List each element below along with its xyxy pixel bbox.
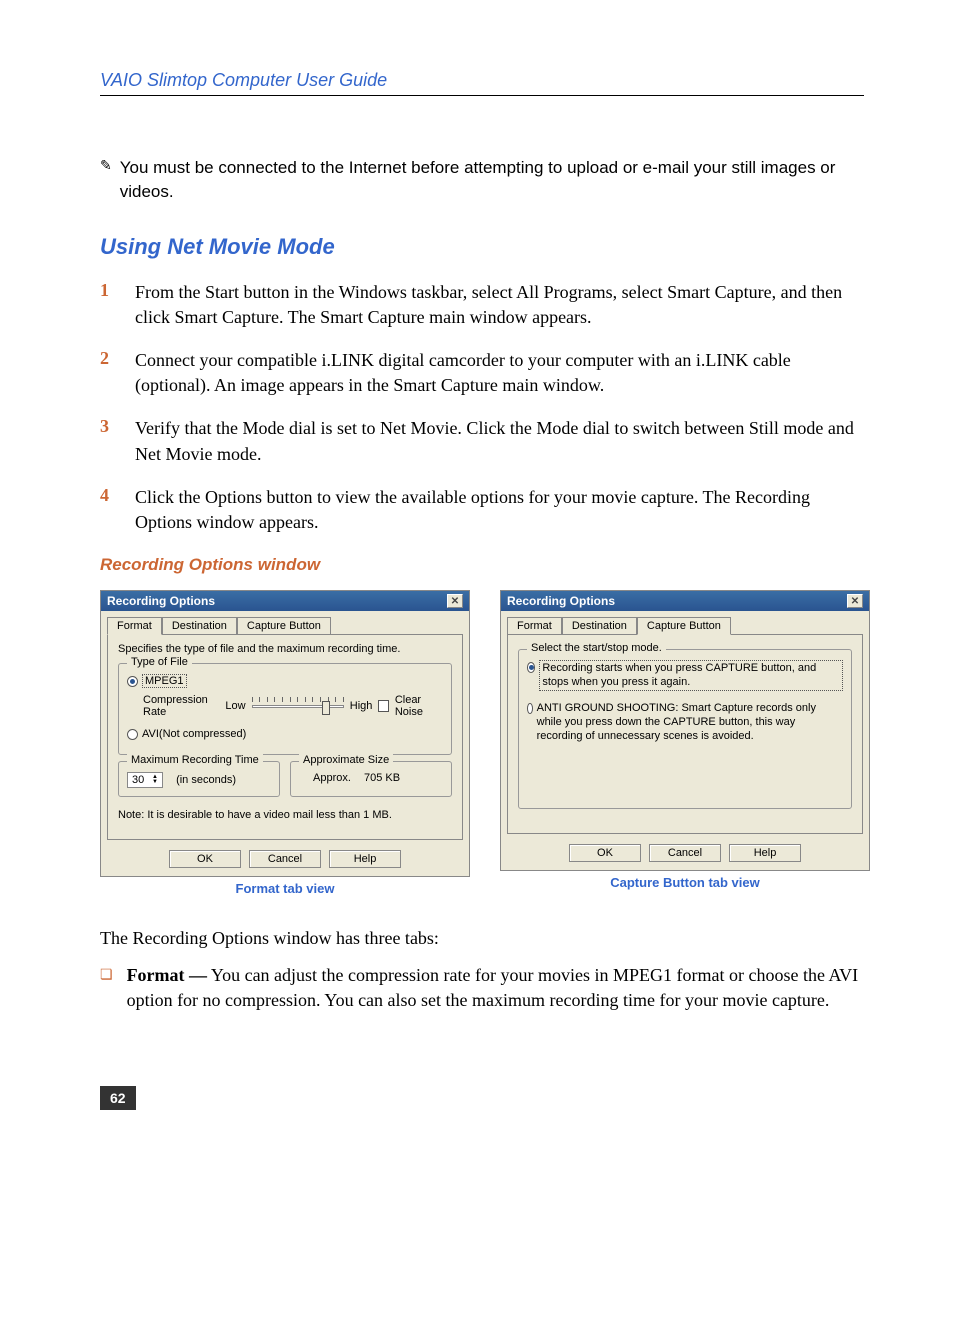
radio-hold-label: ANTI GROUND SHOOTING: Smart Capture reco… — [537, 701, 843, 744]
seconds-unit: (in seconds) — [176, 774, 236, 786]
tab-destination[interactable]: Destination — [562, 617, 637, 634]
dialog-button-row: OK Cancel Help — [101, 846, 469, 876]
step-number: 3 — [100, 416, 135, 466]
panel-description: Specifies the type of file and the maxim… — [118, 643, 452, 655]
dialog-titlebar[interactable]: Recording Options ✕ — [101, 591, 469, 611]
page-number: 62 — [100, 1086, 136, 1110]
max-recording-group: Maximum Recording Time 30 ▲▼ (in seconds… — [118, 761, 280, 797]
step-number: 4 — [100, 485, 135, 535]
group-title: Select the start/stop mode. — [527, 642, 666, 654]
body-paragraph: The Recording Options window has three t… — [100, 926, 864, 951]
start-stop-group: Select the start/stop mode. Recording st… — [518, 649, 852, 809]
bullet-list: ❏ Format — You can adjust the compressio… — [100, 963, 864, 1013]
compression-rate-label: Compression Rate — [143, 694, 219, 718]
approx-size-group: Approximate Size Approx. 705 KB — [290, 761, 452, 797]
compression-slider[interactable] — [252, 697, 344, 715]
tab-capture-button[interactable]: Capture Button — [637, 617, 731, 635]
tab-panel-format: Specifies the type of file and the maxim… — [107, 634, 463, 840]
tab-panel-capture: Select the start/stop mode. Recording st… — [507, 634, 863, 834]
step-text: Verify that the Mode dial is set to Net … — [135, 416, 864, 466]
cancel-button[interactable]: Cancel — [249, 850, 321, 868]
note-callout: ✎ You must be connected to the Internet … — [100, 156, 864, 204]
figure-caption: Format tab view — [100, 881, 470, 896]
tab-destination[interactable]: Destination — [162, 617, 237, 634]
note-line: Note: It is desirable to have a video ma… — [118, 809, 452, 821]
ok-button[interactable]: OK — [169, 850, 241, 868]
ok-button[interactable]: OK — [569, 844, 641, 862]
radio-avi-label: AVI(Not compressed) — [142, 728, 246, 740]
approx-label: Approx. — [313, 772, 351, 784]
group-title: Maximum Recording Time — [127, 754, 263, 766]
dialog-title: Recording Options — [507, 594, 615, 608]
tab-format[interactable]: Format — [107, 617, 162, 635]
cancel-button[interactable]: Cancel — [649, 844, 721, 862]
step-text: From the Start button in the Windows tas… — [135, 280, 864, 330]
tab-strip: Format Destination Capture Button — [101, 611, 469, 634]
radio-hold-mode[interactable] — [527, 703, 533, 714]
help-button[interactable]: Help — [329, 850, 401, 868]
radio-mpeg1-label: MPEG1 — [142, 674, 187, 688]
radio-mpeg1[interactable] — [127, 676, 138, 687]
dialog-title: Recording Options — [107, 594, 215, 608]
note-text: You must be connected to the Internet be… — [120, 156, 864, 204]
radio-toggle-label: Recording starts when you press CAPTURE … — [539, 660, 843, 691]
approx-value: 705 KB — [364, 772, 400, 784]
clear-noise-label: Clear Noise — [395, 694, 443, 718]
pencil-icon: ✎ — [100, 158, 112, 175]
recording-options-dialog-capture: Recording Options ✕ Format Destination C… — [500, 590, 870, 871]
close-icon[interactable]: ✕ — [847, 594, 863, 608]
clear-noise-checkbox[interactable] — [378, 700, 388, 712]
step-number: 1 — [100, 280, 135, 330]
steps-list: 1From the Start button in the Windows ta… — [100, 280, 864, 536]
dialog-titlebar[interactable]: Recording Options ✕ — [501, 591, 869, 611]
help-button[interactable]: Help — [729, 844, 801, 862]
bullet-text: Format — You can adjust the compression … — [127, 963, 864, 1013]
group-title: Type of File — [127, 656, 192, 668]
recording-options-dialog-format: Recording Options ✕ Format Destination C… — [100, 590, 470, 877]
radio-avi[interactable] — [127, 729, 138, 740]
dialog-button-row: OK Cancel Help — [501, 840, 869, 870]
max-seconds-spinner[interactable]: 30 ▲▼ — [127, 772, 163, 788]
radio-toggle-mode[interactable] — [527, 662, 535, 673]
chevron-down-icon[interactable]: ▼ — [152, 780, 158, 785]
slider-high-label: High — [350, 700, 373, 712]
section-title: Using Net Movie Mode — [100, 234, 864, 260]
square-bullet-icon: ❏ — [100, 967, 113, 1013]
tab-capture-button[interactable]: Capture Button — [237, 617, 331, 634]
step-text: Connect your compatible i.LINK digital c… — [135, 348, 864, 398]
header-divider — [100, 95, 864, 96]
tab-format[interactable]: Format — [507, 617, 562, 634]
group-title: Approximate Size — [299, 754, 393, 766]
figure-caption: Capture Button tab view — [500, 875, 870, 890]
page-header: VAIO Slimtop Computer User Guide — [100, 70, 864, 91]
step-text: Click the Options button to view the ava… — [135, 485, 864, 535]
step-number: 2 — [100, 348, 135, 398]
type-of-file-group: Type of File MPEG1 Compression Rate Low — [118, 663, 452, 755]
close-icon[interactable]: ✕ — [447, 594, 463, 608]
slider-low-label: Low — [225, 700, 245, 712]
spinner-value: 30 — [132, 774, 144, 786]
subsection-title: Recording Options window — [100, 555, 864, 575]
tab-strip: Format Destination Capture Button — [501, 611, 869, 634]
